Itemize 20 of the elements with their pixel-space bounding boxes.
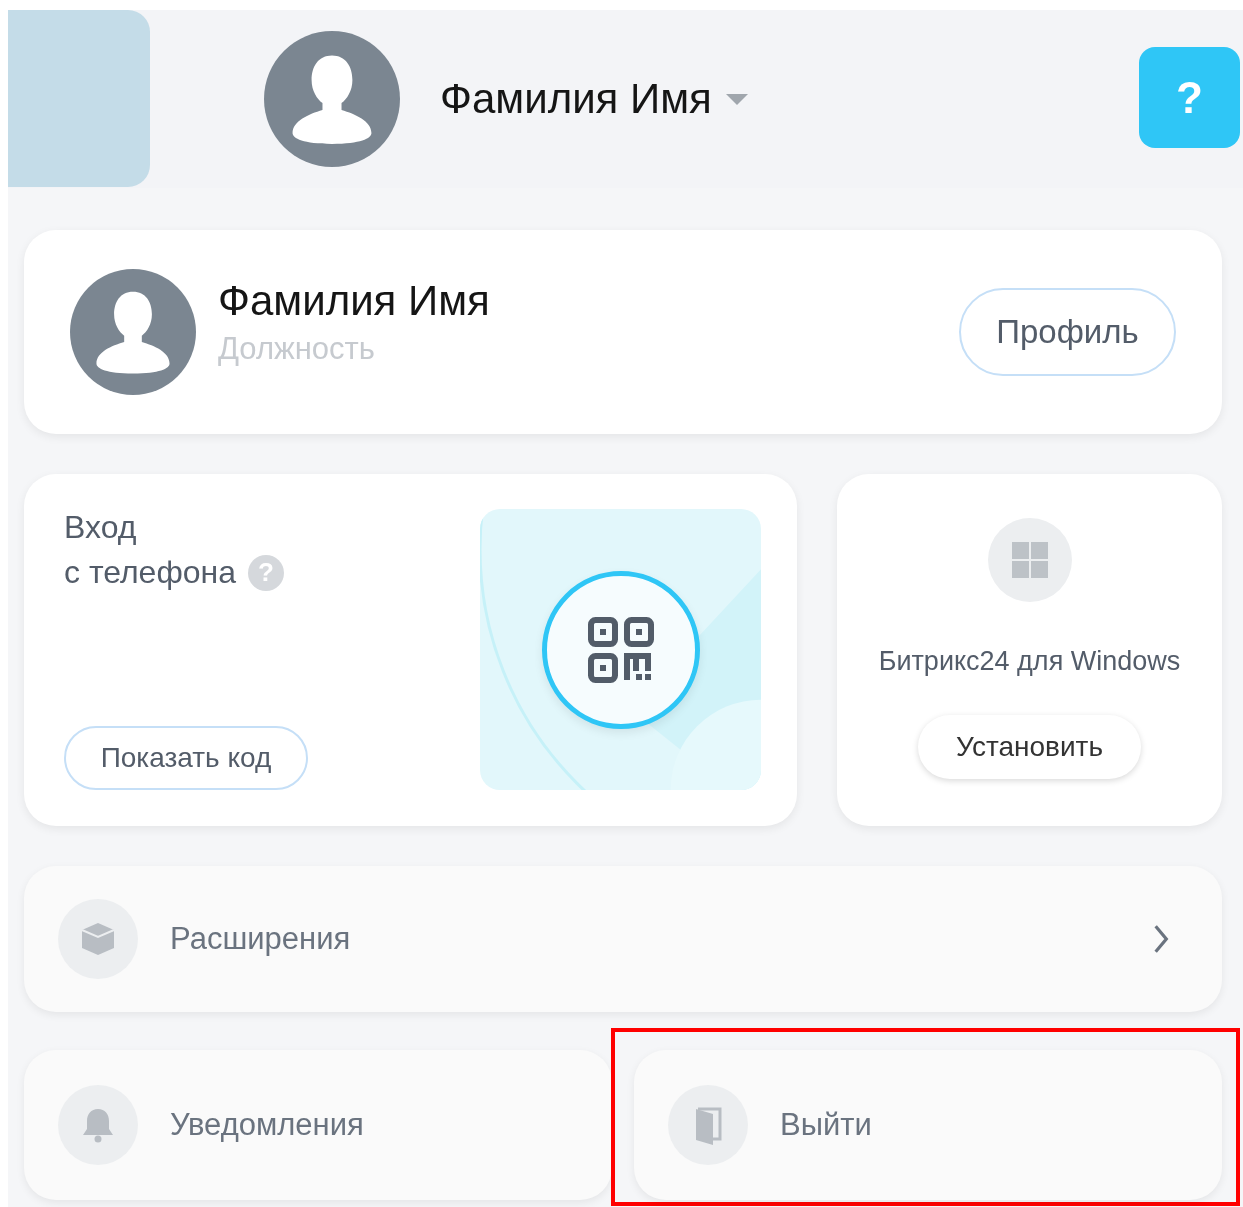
bell-icon: [58, 1085, 138, 1165]
card-title: Вход: [64, 509, 138, 546]
show-code-button[interactable]: Показать код: [64, 726, 308, 790]
menu-item[interactable]: Уведомления: [24, 1050, 612, 1200]
door-icon: [668, 1085, 748, 1165]
menu-item[interactable]: Расширения: [24, 866, 1222, 1012]
install-button[interactable]: Установить: [918, 715, 1141, 779]
chevron-icon: [1152, 923, 1170, 955]
profile-button[interactable]: Профиль: [959, 288, 1176, 376]
avatar-icon[interactable]: [264, 31, 400, 167]
caret-icon: [725, 93, 748, 105]
cube-icon: [58, 899, 138, 979]
user-menu-button[interactable]: Фамилия Имя: [440, 75, 748, 123]
app-title: Битрикс24 для Windows: [878, 646, 1181, 677]
user-name: Фамилия Имя: [218, 277, 491, 325]
menu-item[interactable]: Выйти: [634, 1050, 1222, 1200]
user-position: Должность: [218, 331, 376, 367]
avatar-icon: [70, 269, 196, 395]
card-subtitle: с телефона: [64, 554, 236, 591]
windows-icon: [987, 518, 1072, 602]
